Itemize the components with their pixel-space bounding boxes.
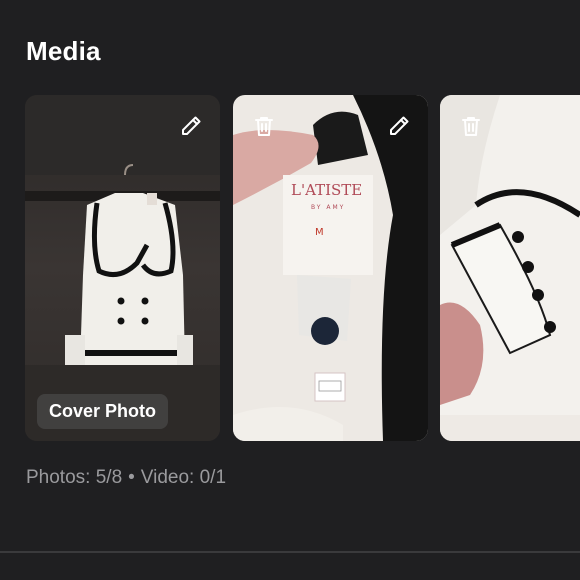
media-item-2[interactable]: L'ATISTE BY AMY M xyxy=(233,95,428,441)
edit-icon[interactable] xyxy=(178,113,204,139)
video-label: Video: xyxy=(140,467,195,488)
section-title: Media xyxy=(26,36,101,66)
tag-closeup-photo: L'ATISTE BY AMY M xyxy=(233,95,428,441)
count-separator: • xyxy=(128,467,135,488)
video-count: 0/1 xyxy=(199,467,227,488)
photos-count: 5/8 xyxy=(95,467,123,488)
media-carousel[interactable]: Cover Photo L'ATISTE BY AMY M xyxy=(0,95,580,441)
media-item-cover[interactable]: Cover Photo xyxy=(25,95,220,441)
jacket-photo xyxy=(25,95,220,441)
media-count: Photos: 5/8 • Video: 0/1 xyxy=(26,467,226,489)
cover-photo-badge: Cover Photo xyxy=(37,394,169,429)
svg-text:BY AMY: BY AMY xyxy=(311,204,345,211)
edit-icon[interactable] xyxy=(386,113,412,139)
trash-icon[interactable] xyxy=(458,113,484,139)
trash-icon[interactable] xyxy=(251,113,277,139)
media-item-3[interactable] xyxy=(440,95,580,441)
svg-text:M: M xyxy=(315,227,324,238)
photos-label: Photos: xyxy=(26,467,91,488)
divider xyxy=(0,551,580,553)
svg-text:L'ATISTE: L'ATISTE xyxy=(291,181,362,199)
sleeve-detail-photo xyxy=(440,95,580,441)
